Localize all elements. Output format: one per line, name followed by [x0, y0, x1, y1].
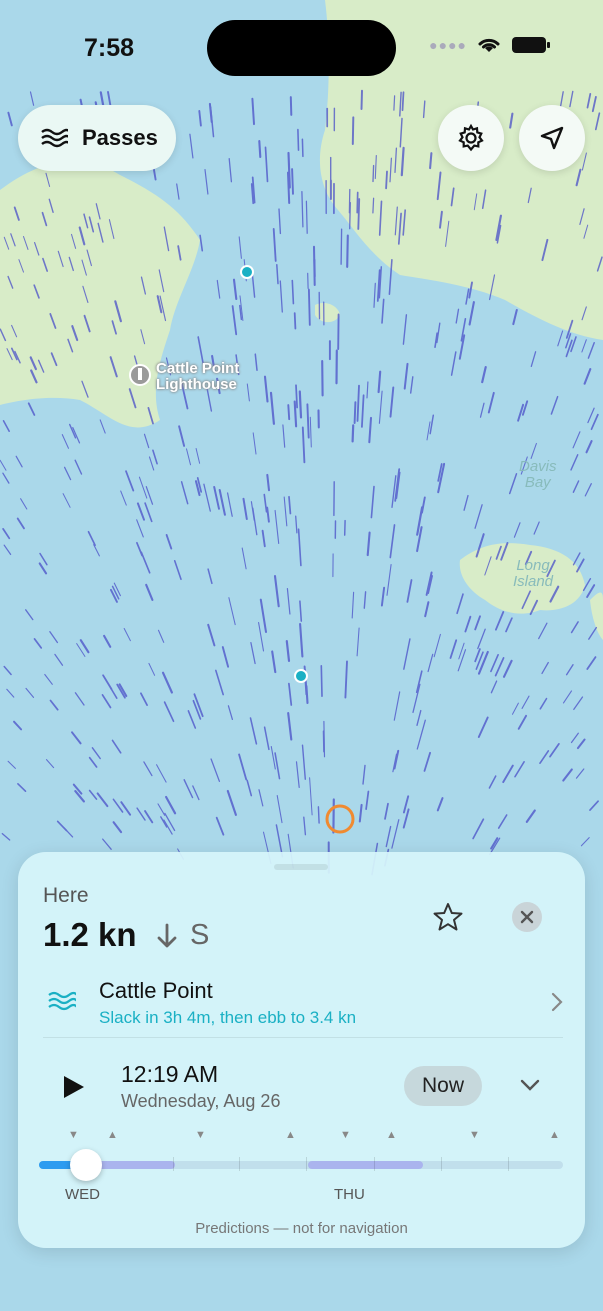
timeline-tick [374, 1157, 375, 1171]
current-streak [301, 138, 304, 158]
current-streak [293, 312, 297, 330]
current-streak [393, 95, 396, 111]
current-streak [291, 279, 295, 305]
passes-button-label: Passes [82, 125, 158, 150]
play-button[interactable] [62, 1074, 86, 1100]
day-label-thu: THU [334, 1186, 365, 1203]
current-streak [291, 168, 294, 195]
current-streak [286, 171, 291, 205]
day-label-wed: WED [65, 1186, 100, 1203]
current-streak [289, 96, 293, 116]
station-marker-north [240, 265, 254, 279]
station-marker-cattle-point [294, 669, 308, 683]
current-streak [357, 198, 361, 230]
tide-event-markers: ▼ ▲ ▼ ▲ ▼ ▲ ▼ ▲ [18, 1129, 585, 1143]
chevron-down-icon[interactable] [520, 1078, 540, 1092]
lighthouse-label-line1: Cattle Point [156, 360, 240, 377]
current-streak [297, 128, 300, 151]
timeline-knob[interactable] [70, 1149, 103, 1181]
current-streak [351, 424, 355, 443]
location-arrow-icon [540, 126, 564, 150]
timeline-tick [173, 1157, 174, 1171]
timeline-slider[interactable] [39, 1149, 563, 1181]
high-tide-marker-icon: ▲ [107, 1129, 118, 1141]
timeline-tick [508, 1157, 509, 1171]
chevron-right-icon [551, 992, 563, 1012]
current-streak [340, 228, 343, 265]
lighthouse-label-line2: Lighthouse [156, 376, 237, 393]
location-label: Here [43, 884, 89, 907]
long-island-label-line1: Long [516, 557, 550, 574]
locate-button[interactable] [519, 105, 585, 171]
disclaimer-text: Predictions — not for navigation [195, 1220, 408, 1237]
low-tide-marker-icon: ▼ [469, 1129, 480, 1141]
current-streak [320, 664, 323, 698]
gear-icon [458, 123, 484, 152]
current-streak [317, 806, 320, 824]
station-status: Slack in 3h 4m, then ebb to 3.4 kn [99, 1008, 357, 1027]
current-streak [351, 116, 355, 145]
passes-button[interactable]: Passes [18, 105, 176, 171]
current-detail-sheet[interactable]: Here 1.2 kn S Cattle Point Slack in 3h 4… [18, 852, 585, 1248]
sheet-grabber[interactable] [274, 864, 328, 870]
high-tide-marker-icon: ▲ [549, 1129, 560, 1141]
lighthouse-label: Cattle Point Lighthouse [156, 361, 239, 393]
davis-bay-label: Davis Bay [519, 459, 557, 491]
wifi-icon [478, 38, 500, 52]
current-streak [356, 191, 359, 214]
current-speed: 1.2 kn [43, 916, 137, 953]
battery-icon [512, 37, 550, 53]
timeline-tick [239, 1157, 240, 1171]
selected-date: Wednesday, Aug 26 [121, 1091, 281, 1111]
current-streak [372, 197, 375, 214]
station-name: Cattle Point [99, 978, 213, 1003]
now-button[interactable]: Now [404, 1066, 482, 1106]
status-time: 7:58 [84, 34, 135, 62]
settings-button[interactable] [438, 105, 504, 171]
current-streak [360, 89, 363, 110]
dynamic-island [207, 20, 396, 76]
timeline-tick [441, 1157, 442, 1171]
close-icon [520, 910, 534, 924]
current-streak [346, 234, 349, 268]
davis-bay-label-line2: Bay [524, 474, 551, 491]
waves-icon [41, 128, 68, 148]
direction-arrow-down-icon [157, 923, 177, 948]
close-button[interactable] [512, 902, 542, 932]
low-tide-marker-icon: ▼ [68, 1129, 79, 1141]
current-streak [306, 403, 310, 439]
current-streak [305, 200, 308, 234]
timeline-tick [306, 1157, 307, 1171]
high-tide-marker-icon: ▲ [386, 1129, 397, 1141]
current-streak [293, 400, 298, 428]
current-streak [258, 140, 262, 159]
current-streak [385, 170, 388, 190]
status-bar: 7:58 ●●●● [0, 0, 603, 90]
high-tide-marker-icon: ▲ [285, 1129, 296, 1141]
cellular-icon: ●●●● [429, 37, 467, 53]
current-streak [307, 288, 311, 326]
low-tide-marker-icon: ▼ [195, 1129, 206, 1141]
current-direction: S [190, 919, 210, 951]
low-tide-marker-icon: ▼ [340, 1129, 351, 1141]
current-streak [372, 164, 375, 183]
current-streak [429, 152, 433, 170]
current-streak [287, 404, 291, 421]
ebb-segment [308, 1161, 423, 1169]
current-streak [401, 91, 405, 112]
current-streak [353, 401, 357, 424]
long-island-label-line2: Island [513, 573, 554, 590]
long-island-label: Long Island [513, 558, 553, 590]
status-icons: ●●●● [429, 36, 551, 54]
current-streak [312, 245, 316, 287]
section-divider [43, 1037, 563, 1038]
station-row[interactable]: Cattle Point Slack in 3h 4m, then ebb to… [18, 964, 585, 1040]
tide-waves-icon [48, 991, 76, 1011]
favorite-star-icon[interactable] [432, 902, 464, 932]
current-streak [295, 384, 298, 409]
current-streak [298, 390, 303, 419]
davis-bay-label-line1: Davis [519, 458, 557, 475]
selected-time: 12:19 AM [121, 1061, 219, 1087]
